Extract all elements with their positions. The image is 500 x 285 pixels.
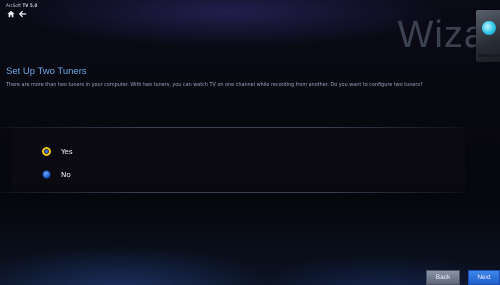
option-no[interactable]: No — [42, 168, 71, 180]
back-arrow-icon — [18, 10, 26, 17]
wizard-window: ArcSoft TV 5.0 Wiza Set Up Two Tuners Th… — [0, 0, 500, 285]
brand-prefix: ArcSoft — [6, 3, 22, 8]
brand-name: TV 5.0 — [22, 3, 38, 8]
back-nav-button[interactable] — [18, 9, 27, 18]
option-yes-label: Yes — [61, 146, 73, 156]
option-yes[interactable]: Yes — [42, 145, 73, 157]
product-disc-image — [476, 10, 500, 62]
disc-orb — [482, 21, 496, 35]
radio-yes[interactable] — [42, 146, 51, 156]
option-no-label: No — [61, 169, 71, 179]
panel-divider-bottom — [0, 192, 465, 193]
page-description: There are more than two tuners in your c… — [6, 82, 423, 88]
next-button[interactable]: Next — [468, 270, 500, 285]
home-icon — [6, 10, 15, 17]
disc-strip — [478, 54, 500, 57]
home-button[interactable] — [6, 9, 15, 18]
app-brand: ArcSoft TV 5.0 — [6, 3, 37, 8]
radio-no[interactable] — [42, 169, 51, 179]
back-button[interactable]: Back — [426, 270, 460, 285]
options-panel — [12, 128, 465, 192]
page-title: Set Up Two Tuners — [6, 66, 87, 77]
wizard-title: Wiza — [397, 14, 486, 56]
